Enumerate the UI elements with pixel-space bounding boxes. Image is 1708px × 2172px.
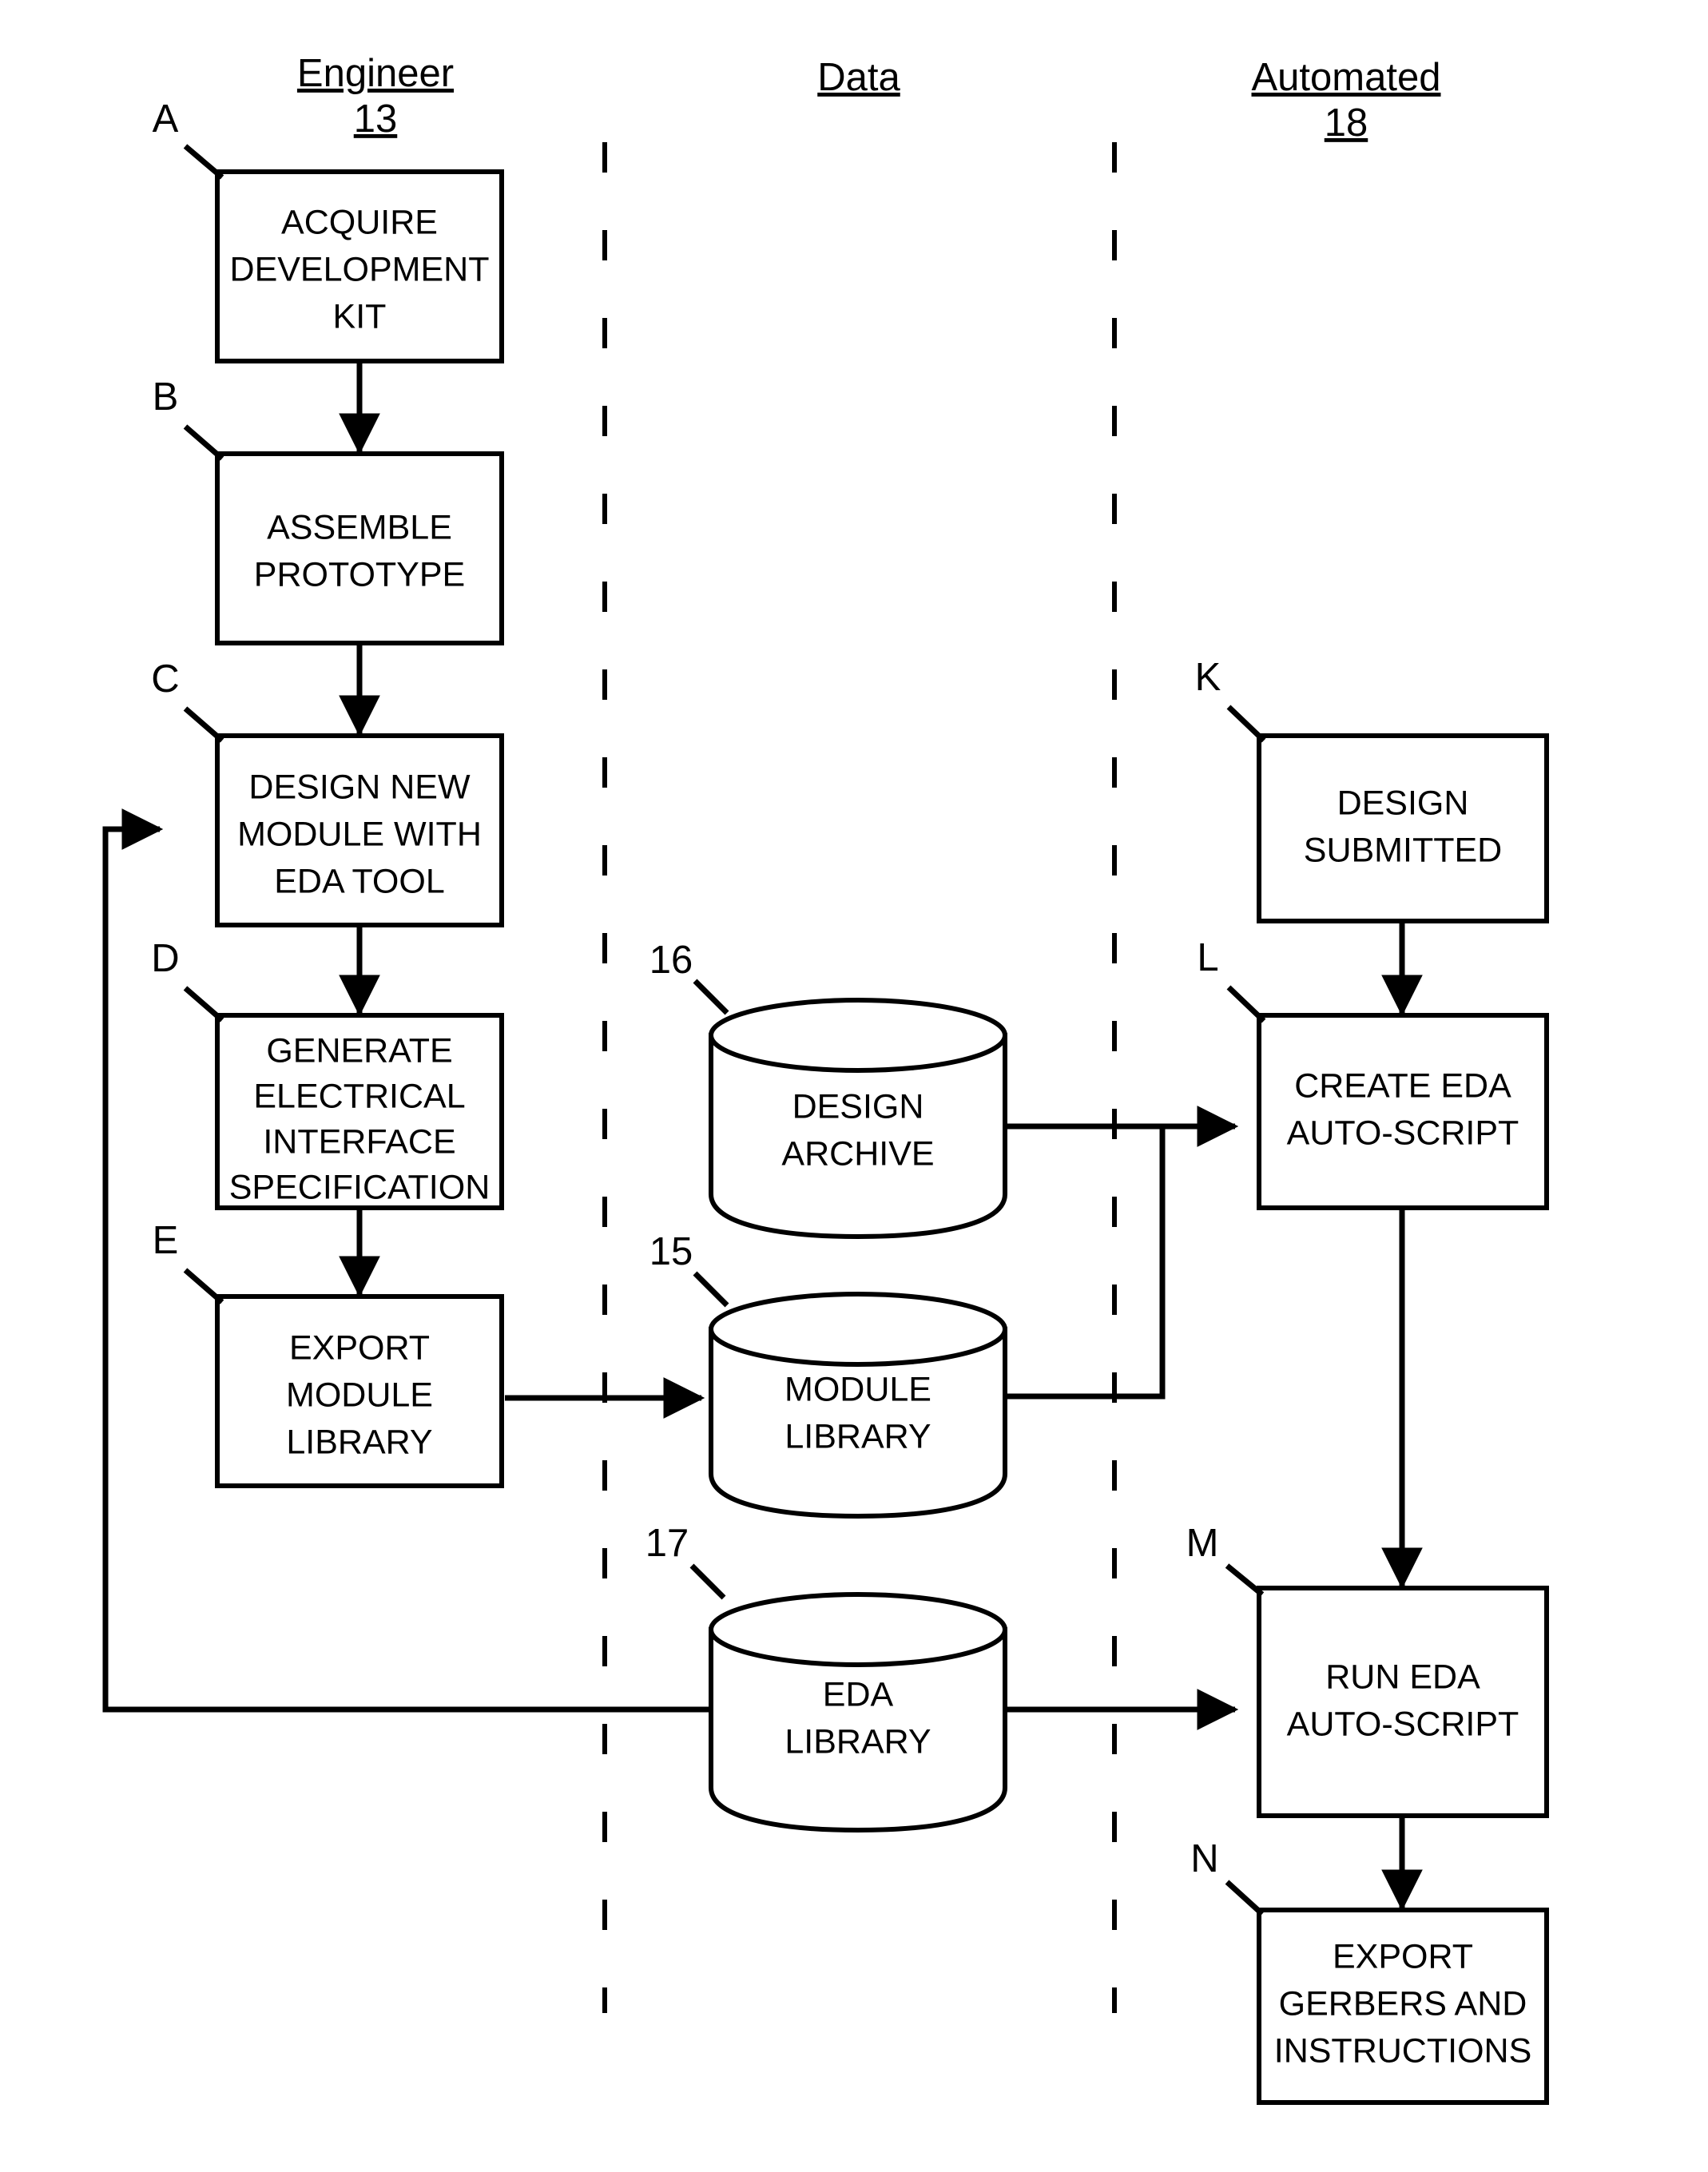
ref-leader-l — [1226, 985, 1266, 1023]
datastore-module-library-top — [709, 1292, 1007, 1367]
process-box-e[interactable]: EXPORT MODULE LIBRARY — [215, 1294, 504, 1488]
ref-leader-b — [183, 424, 224, 461]
ref-leader-15 — [693, 1271, 729, 1308]
process-box-l-line-2: AUTO-SCRIPT — [1287, 1114, 1519, 1152]
process-box-m[interactable]: RUN EDA AUTO-SCRIPT — [1257, 1586, 1549, 1818]
ref-number-16: 16 — [649, 939, 693, 982]
process-box-c[interactable]: DESIGN NEW MODULE WITH EDA TOOL — [215, 733, 504, 927]
process-box-k-line-1: DESIGN — [1337, 784, 1469, 822]
process-box-l-line-1: CREATE EDA — [1294, 1066, 1511, 1105]
lane-header-engineer: Engineer 13 — [297, 52, 454, 141]
ref-leader-16 — [693, 979, 729, 1015]
ref-callout-k: K — [1195, 656, 1266, 743]
process-box-n-line-2: GERBERS AND — [1279, 1984, 1527, 2023]
datastore-eda-library-line-1: EDA — [823, 1675, 894, 1713]
lane-title-data: Data — [817, 56, 900, 99]
ref-leader-e — [183, 1268, 224, 1304]
datastore-module-library-line-2: LIBRARY — [784, 1417, 931, 1455]
datastore-design-archive-line-2: ARCHIVE — [781, 1134, 934, 1173]
ref-leader-n — [1225, 1880, 1265, 1916]
datastore-design-archive-line-1: DESIGN — [792, 1087, 924, 1126]
ref-leader-d — [183, 986, 224, 1022]
ref-callout-n: N — [1190, 1837, 1265, 1916]
process-box-a[interactable]: ACQUIRE DEVELOPMENT KIT — [215, 169, 504, 363]
ref-number-17: 17 — [645, 1522, 689, 1565]
process-box-e-line-1: EXPORT — [289, 1328, 430, 1367]
process-box-b-rect[interactable] — [215, 451, 504, 645]
process-box-b-line-1: ASSEMBLE — [267, 508, 452, 546]
process-box-c-line-1: DESIGN NEW — [248, 768, 471, 806]
ref-leader-k — [1226, 705, 1266, 743]
ref-letter-m: M — [1186, 1522, 1219, 1565]
process-box-d-line-1: GENERATE — [266, 1031, 452, 1070]
patent-flowchart-svg: Engineer 13 Data Automated 18 ACQUIRE DE… — [102, 52, 1549, 2105]
ref-letter-b: B — [153, 375, 179, 419]
lane-number-engineer: 13 — [354, 97, 398, 141]
process-box-k[interactable]: DESIGN SUBMITTED — [1257, 733, 1549, 923]
ref-letter-e: E — [153, 1219, 179, 1262]
process-box-e-line-3: LIBRARY — [286, 1423, 432, 1461]
ref-callout-e: E — [153, 1219, 224, 1304]
process-box-a-line-2: DEVELOPMENT — [230, 250, 490, 288]
ref-leader-c — [183, 706, 224, 743]
datastore-module-library[interactable]: MODULE LIBRARY — [709, 1292, 1007, 1519]
ref-leader-17 — [689, 1563, 726, 1600]
process-box-m-line-2: AUTO-SCRIPT — [1287, 1705, 1519, 1743]
process-box-c-line-2: MODULE WITH — [237, 815, 482, 853]
ref-callout-c: C — [151, 657, 224, 743]
ref-callout-m: M — [1186, 1522, 1265, 1597]
process-box-c-line-3: EDA TOOL — [274, 862, 445, 900]
ref-callout-15: 15 — [649, 1230, 729, 1308]
datastore-design-archive-top — [709, 998, 1007, 1073]
process-box-d-line-3: INTERFACE — [263, 1122, 455, 1161]
datastore-module-library-line-1: MODULE — [784, 1370, 931, 1408]
ref-leader-m — [1225, 1563, 1265, 1597]
datastore-eda-library-top — [709, 1592, 1007, 1667]
ref-letter-d: D — [151, 937, 179, 980]
lane-header-data: Data — [817, 56, 900, 99]
lane-number-automated: 18 — [1325, 101, 1368, 145]
process-box-d[interactable]: GENERATE ELECTRICAL INTERFACE SPECIFICAT… — [215, 1013, 504, 1210]
process-box-n-line-1: EXPORT — [1333, 1937, 1473, 1975]
process-box-e-line-2: MODULE — [286, 1376, 433, 1414]
ref-callout-17: 17 — [645, 1522, 726, 1600]
ref-callout-b: B — [153, 375, 224, 461]
lane-title-automated: Automated — [1252, 56, 1441, 99]
figure-canvas: Engineer 13 Data Automated 18 ACQUIRE DE… — [0, 0, 1708, 2172]
process-box-k-rect[interactable] — [1257, 733, 1549, 923]
ref-callout-d: D — [151, 937, 224, 1022]
process-box-n-line-3: INSTRUCTIONS — [1274, 2031, 1532, 2070]
process-box-k-line-2: SUBMITTED — [1304, 831, 1502, 869]
process-box-m-line-1: RUN EDA — [1325, 1658, 1480, 1696]
process-box-a-line-3: KIT — [333, 297, 387, 336]
datastore-eda-library[interactable]: EDA LIBRARY — [709, 1592, 1007, 1833]
process-box-m-rect[interactable] — [1257, 1586, 1549, 1818]
ref-letter-n: N — [1190, 1837, 1218, 1880]
ref-number-15: 15 — [649, 1230, 693, 1273]
process-box-a-line-1: ACQUIRE — [281, 203, 438, 241]
datastore-eda-library-line-2: LIBRARY — [784, 1722, 931, 1761]
lane-title-engineer: Engineer — [297, 52, 454, 95]
connector-module-library-to-create-eda — [1005, 1129, 1166, 1400]
ref-letter-k: K — [1195, 656, 1221, 699]
process-box-d-line-2: ELECTRICAL — [253, 1077, 465, 1115]
lane-header-automated: Automated 18 — [1252, 56, 1441, 145]
process-box-l[interactable]: CREATE EDA AUTO-SCRIPT — [1257, 1013, 1549, 1210]
ref-leader-a — [183, 144, 224, 180]
process-box-n[interactable]: EXPORT GERBERS AND INSTRUCTIONS — [1257, 1908, 1549, 2105]
process-box-b-line-2: PROTOTYPE — [254, 555, 465, 594]
datastore-design-archive[interactable]: DESIGN ARCHIVE — [709, 998, 1007, 1240]
ref-letter-c: C — [151, 657, 179, 701]
ref-letter-l: L — [1197, 936, 1218, 979]
ref-callout-16: 16 — [649, 939, 729, 1015]
process-box-d-line-4: SPECIFICATION — [229, 1168, 491, 1206]
ref-callout-l: L — [1197, 936, 1266, 1023]
connector-eda-library-feedback-to-c — [102, 808, 711, 1713]
ref-callout-a: A — [153, 97, 224, 180]
process-box-l-rect[interactable] — [1257, 1013, 1549, 1210]
process-box-b[interactable]: ASSEMBLE PROTOTYPE — [215, 451, 504, 645]
ref-letter-a: A — [153, 97, 179, 141]
